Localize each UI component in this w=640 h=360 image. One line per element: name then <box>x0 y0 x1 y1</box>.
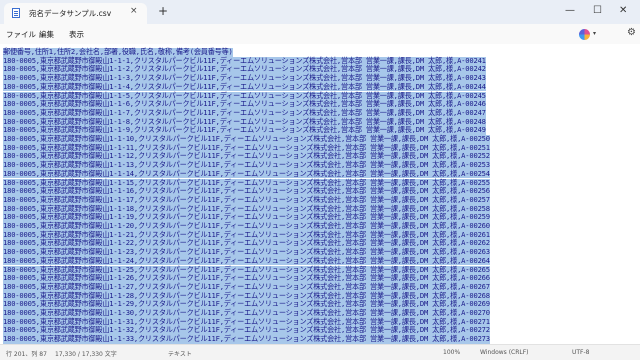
chevron-down-icon[interactable]: ▾ <box>593 30 596 37</box>
cursor-position: 行 201、列 87 <box>6 351 47 358</box>
new-tab-button[interactable]: + <box>158 5 168 17</box>
maximize-button[interactable]: ☐ <box>593 6 602 16</box>
encoding[interactable]: UTF-8 <box>572 349 590 356</box>
char-count: 17,330 / 17,330 文字 <box>55 351 117 358</box>
menu-view[interactable]: 表示 <box>69 29 84 40</box>
text-mode: テキスト <box>168 351 192 358</box>
title-bar: 宛名データサンプル.csv × + — ☐ ✕ <box>0 0 640 24</box>
text-editor[interactable]: 郵便番号,住所1,住所2,会社名,部署,役職,氏名,敬称,備考(会員番号等) 1… <box>0 44 640 344</box>
line-ending[interactable]: Windows (CRLF) <box>480 349 529 356</box>
tab-title: 宛名データサンプル.csv <box>29 9 112 18</box>
close-window-button[interactable]: ✕ <box>619 6 627 16</box>
csv-line: 180-0005,東京都武蔵野市御殿山1-1-33,クリスタルパークビル11F,… <box>3 334 490 344</box>
gear-icon[interactable]: ⚙ <box>627 28 636 38</box>
tab-close-button[interactable]: × <box>130 6 138 16</box>
copilot-icon[interactable] <box>579 29 590 40</box>
tab-file[interactable]: 宛名データサンプル.csv × <box>4 3 147 24</box>
minimize-button[interactable]: — <box>565 6 575 16</box>
zoom-level[interactable]: 100% <box>443 349 460 356</box>
status-bar: 行 201、列 87 17,330 / 17,330 文字 テキスト 100% … <box>0 344 640 360</box>
notepad-file-icon <box>12 8 20 18</box>
menu-edit[interactable]: 編集 <box>39 29 54 40</box>
menu-file[interactable]: ファイル <box>6 29 36 40</box>
menu-bar: ファイル 編集 表示 <box>0 24 640 44</box>
